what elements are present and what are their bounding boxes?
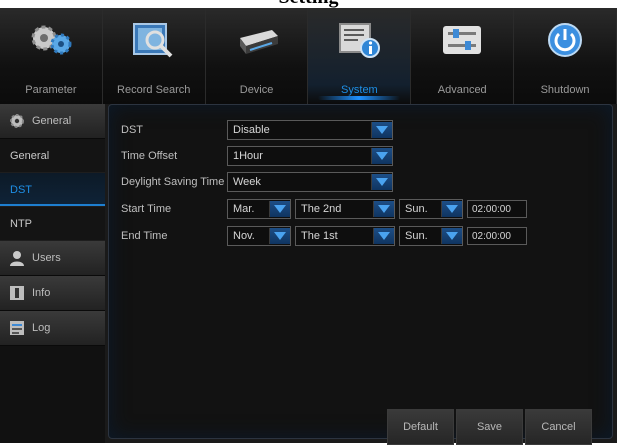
start-month-value: Mar. [233,203,255,215]
sidebar-group-info[interactable]: Info [0,276,105,311]
sidebar-item-dst[interactable]: DST [0,173,105,207]
record-search-icon [132,23,173,58]
start-day-value: Sun. [405,203,428,215]
end-time-row: End Time Nov. The 1st Sun. 02:00:00 [121,226,527,246]
hard-drive-icon [239,30,278,54]
sidebar-item-ntp[interactable]: NTP [0,207,105,241]
dst-label: DST [121,124,143,136]
sliders-icon [443,26,482,54]
info-icon [10,286,24,300]
start-week-value: The 2nd [301,203,342,215]
dst-mode-row: Deylight Saving Time Week [121,172,397,192]
save-button[interactable]: Save [456,409,523,445]
tab-system[interactable]: System [308,8,412,104]
chevron-down-icon[interactable] [441,228,462,244]
tab-device[interactable]: Device [206,8,309,104]
tab-label: Record Search [117,84,191,96]
tab-label: System [341,84,378,96]
power-icon [548,23,583,57]
start-week-select[interactable]: The 2nd [295,199,395,219]
tab-label: Advanced [437,84,487,96]
end-month-value: Nov. [233,230,255,242]
gear-icon [10,114,24,128]
start-time-input[interactable]: 02:00:00 [467,200,527,218]
tab-record-search[interactable]: Record Search [103,8,206,104]
dst-settings-panel: DST Disable Time Offset 1Hour Deylight S… [108,104,613,439]
chevron-down-icon[interactable] [269,201,290,217]
dst-row: DST Disable [121,120,397,140]
end-time-input[interactable]: 02:00:00 [467,227,527,245]
end-week-value: The 1st [301,230,338,242]
chevron-down-icon[interactable] [371,174,392,190]
gears-icon [31,25,72,55]
dst-mode-select[interactable]: Week [227,172,393,192]
end-day-value: Sun. [405,230,428,242]
system-info-icon [339,23,381,58]
cancel-button[interactable]: Cancel [525,409,592,445]
tab-label: Parameter [25,84,77,96]
default-button[interactable]: Default [387,409,454,445]
sidebar-group-label: General [32,115,72,127]
sidebar-group-general[interactable]: General [0,104,105,139]
start-time-label: Start Time [121,203,172,215]
time-offset-label: Time Offset [121,150,178,162]
action-button-bar: Default Save Cancel [387,409,594,445]
time-offset-select[interactable]: 1Hour [227,146,393,166]
chevron-down-icon[interactable] [269,228,290,244]
sidebar-item-general[interactable]: General [0,139,105,173]
sidebar: General General DST NTP Users Info Log [0,104,105,443]
time-offset-value: 1Hour [233,150,263,162]
tab-label: Shutdown [540,84,590,96]
chevron-down-icon[interactable] [373,228,394,244]
dst-mode-label: Deylight Saving Time [121,176,225,188]
user-icon [10,251,24,266]
chevron-down-icon[interactable] [371,148,392,164]
tab-parameter[interactable]: Parameter [0,8,103,104]
start-day-select[interactable]: Sun. [399,199,463,219]
chevron-down-icon[interactable] [441,201,462,217]
tab-label: Device [239,84,274,96]
sidebar-group-users[interactable]: Users [0,241,105,276]
dst-mode-value: Week [233,176,261,188]
chevron-down-icon[interactable] [371,122,392,138]
chevron-down-icon[interactable] [373,201,394,217]
start-time-row: Start Time Mar. The 2nd Sun. 02:00:00 [121,199,527,219]
dst-select[interactable]: Disable [227,120,393,140]
start-month-select[interactable]: Mar. [227,199,291,219]
sidebar-group-label: Info [32,287,51,299]
sidebar-group-label: Users [32,252,61,264]
sidebar-group-label: Log [32,322,51,334]
tab-advanced[interactable]: Advanced [411,8,515,104]
main-tab-bar: Parameter Record Search Device System Ad… [0,8,617,104]
tab-shutdown[interactable]: Shutdown [514,8,617,104]
dst-value: Disable [233,124,270,136]
time-offset-row: Time Offset 1Hour [121,146,397,166]
log-icon [10,321,24,335]
end-week-select[interactable]: The 1st [295,226,395,246]
end-day-select[interactable]: Sun. [399,226,463,246]
end-month-select[interactable]: Nov. [227,226,291,246]
sidebar-group-log[interactable]: Log [0,311,105,346]
end-time-label: End Time [121,230,168,242]
